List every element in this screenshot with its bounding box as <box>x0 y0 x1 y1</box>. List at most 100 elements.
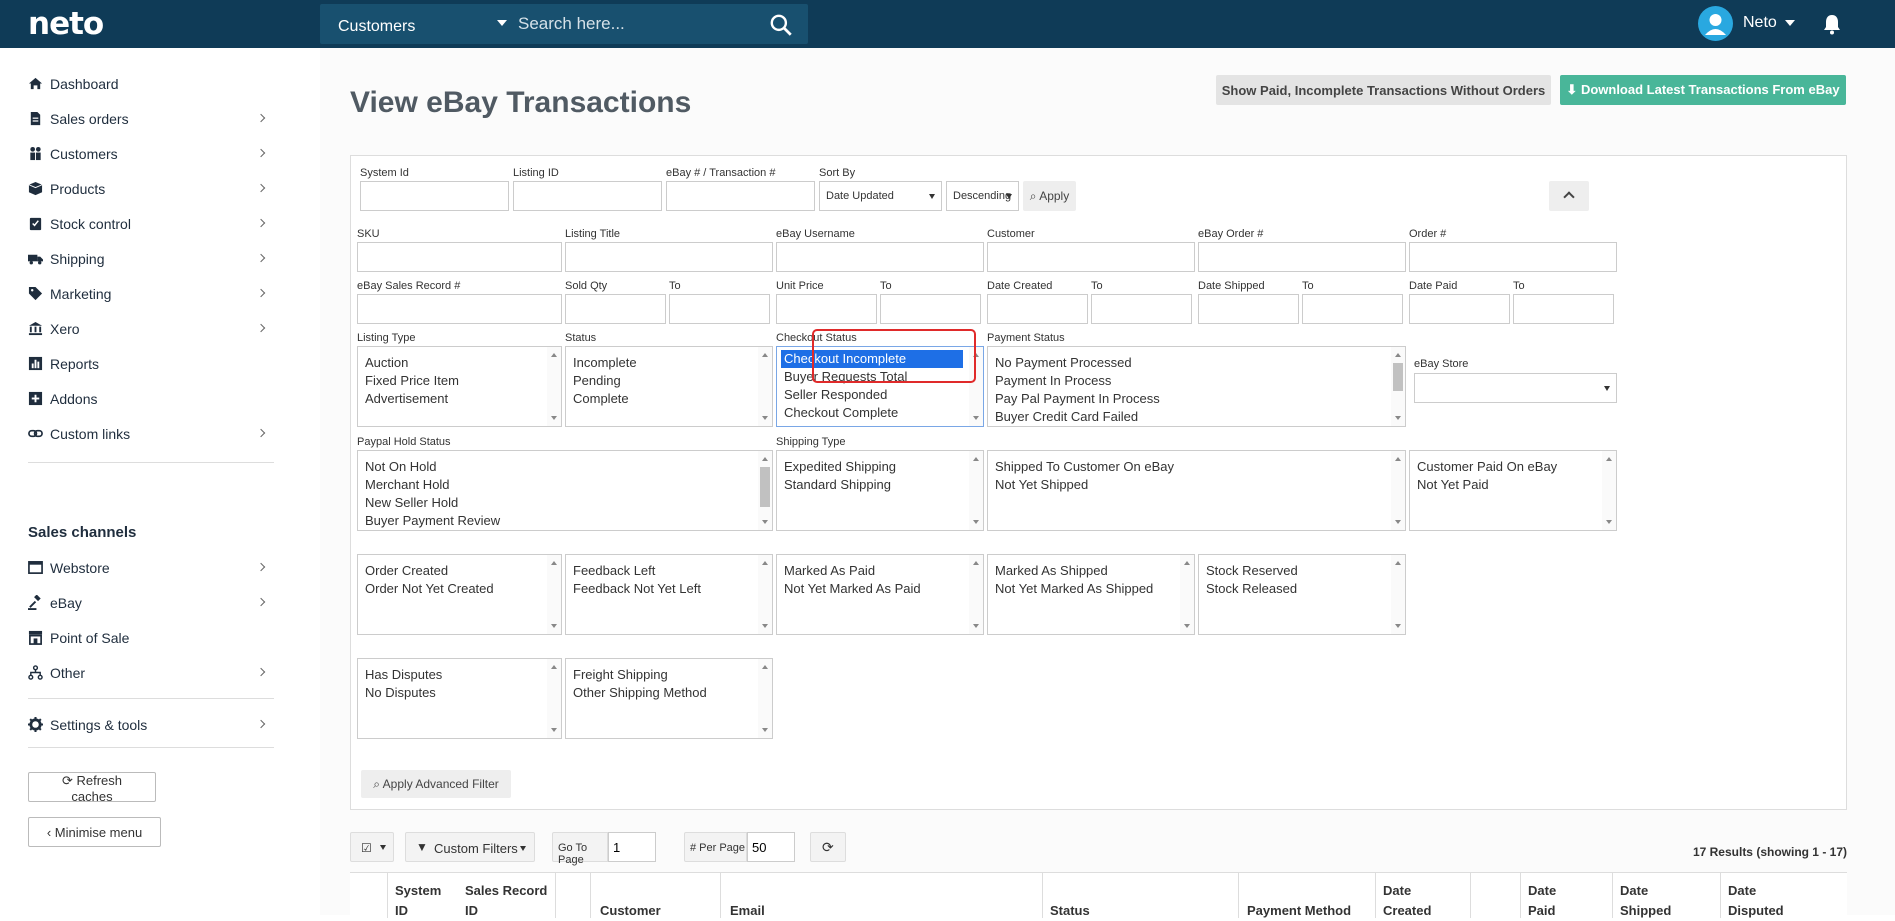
column-header[interactable]: Date Paid <box>1528 881 1556 921</box>
listbox-option[interactable]: Other Shipping Method <box>566 684 772 702</box>
listing-id-input[interactable] <box>513 181 662 211</box>
ebay-store-select[interactable] <box>1414 373 1617 403</box>
sidebar-item-sales-orders[interactable]: Sales orders <box>28 106 274 132</box>
shipped-status-listbox[interactable]: Shipped To Customer On eBay Not Yet Ship… <box>987 450 1406 531</box>
sidebar-item-addons[interactable]: Addons <box>28 386 274 412</box>
sidebar-item-reports[interactable]: Reports <box>28 351 274 377</box>
custom-filters-dropdown[interactable]: ▼ Custom Filters <box>405 832 535 862</box>
scrollbar[interactable] <box>969 555 983 634</box>
ebay-username-input[interactable] <box>776 242 984 272</box>
show-paid-incomplete-button[interactable]: Show Paid, Incomplete Transactions Witho… <box>1216 75 1551 105</box>
listbox-option[interactable]: Customer Paid On eBay <box>1410 458 1616 476</box>
search-icon[interactable] <box>768 12 794 38</box>
column-header[interactable]: System ID <box>395 881 455 921</box>
scrollbar[interactable] <box>1391 347 1405 426</box>
listbox-option[interactable]: Buyer Payment Review <box>358 512 772 530</box>
column-header[interactable]: Date Disputed <box>1728 881 1784 921</box>
scrollbar[interactable] <box>969 451 983 530</box>
sidebar-item-stock-control[interactable]: Stock control <box>28 211 274 237</box>
disputes-listbox[interactable]: Has Disputes No Disputes <box>357 658 562 739</box>
scroll-down-icon[interactable] <box>551 728 557 732</box>
user-menu[interactable]: Neto <box>1743 14 1777 32</box>
listing-type-listbox[interactable]: Auction Fixed Price Item Advertisement <box>357 346 562 427</box>
listbox-option[interactable]: Pending <box>566 372 772 390</box>
scrollbar[interactable] <box>758 347 772 426</box>
listbox-option[interactable]: Expedited Shipping <box>777 458 983 476</box>
scroll-down-icon[interactable] <box>1395 416 1401 420</box>
date-paid-from-input[interactable] <box>1409 294 1510 324</box>
scrollbar[interactable] <box>1602 451 1616 530</box>
sold-qty-to-input[interactable] <box>669 294 770 324</box>
listbox-option[interactable]: Freight Shipping <box>566 666 772 684</box>
scrollbar-thumb[interactable] <box>760 467 770 507</box>
apply-button[interactable]: ⌕ Apply <box>1023 181 1076 211</box>
payment-status-listbox[interactable]: No Payment Processed Payment In Process … <box>987 346 1406 427</box>
ebay-sales-record-input[interactable] <box>357 294 562 324</box>
listbox-option[interactable]: Buyer Credit Card Failed <box>988 408 1405 426</box>
search-input[interactable] <box>518 4 758 44</box>
scroll-down-icon[interactable] <box>973 624 979 628</box>
stock-listbox[interactable]: Stock Reserved Stock Released <box>1198 554 1406 635</box>
listbox-option[interactable]: Fixed Price Item <box>358 372 561 390</box>
column-header[interactable]: Customer <box>600 901 661 921</box>
listbox-option[interactable]: Has Disputes <box>358 666 561 684</box>
listbox-option[interactable]: Feedback Left <box>566 562 772 580</box>
order-number-input[interactable] <box>1409 242 1617 272</box>
column-header[interactable]: Payment Method <box>1247 901 1351 921</box>
scroll-down-icon[interactable] <box>973 416 979 420</box>
scroll-up-icon[interactable] <box>762 561 768 565</box>
listbox-option[interactable]: Marked As Paid <box>777 562 983 580</box>
scrollbar[interactable] <box>1180 555 1194 634</box>
column-header[interactable]: Sales Record ID <box>465 881 555 921</box>
listbox-option[interactable]: Merchant Hold <box>358 476 772 494</box>
collapse-filter-button[interactable] <box>1549 181 1589 211</box>
sku-input[interactable] <box>357 242 562 272</box>
sort-by-select[interactable]: Date Updated <box>819 181 942 211</box>
scroll-up-icon[interactable] <box>1184 561 1190 565</box>
scrollbar[interactable] <box>1391 451 1405 530</box>
listbox-option[interactable]: Complete <box>566 390 772 408</box>
go-to-page-input[interactable] <box>608 832 656 862</box>
sort-direction-select[interactable]: Descending <box>946 181 1019 211</box>
listbox-option[interactable]: Feedback Not Yet Left <box>566 580 772 598</box>
sidebar-item-ebay[interactable]: eBay <box>28 590 274 616</box>
scroll-up-icon[interactable] <box>762 665 768 669</box>
sold-qty-from-input[interactable] <box>565 294 666 324</box>
neto-logo[interactable]: neto <box>28 6 104 42</box>
scroll-down-icon[interactable] <box>762 624 768 628</box>
sidebar-item-settings-tools[interactable]: Settings & tools <box>28 712 274 738</box>
column-header[interactable]: Date Shipped <box>1620 881 1671 921</box>
listbox-option[interactable]: Seller Responded <box>777 386 983 404</box>
scroll-up-icon[interactable] <box>1395 561 1401 565</box>
scroll-down-icon[interactable] <box>762 520 768 524</box>
chevron-down-icon[interactable] <box>497 20 507 26</box>
scroll-down-icon[interactable] <box>551 416 557 420</box>
sidebar-item-other[interactable]: Other <box>28 660 274 686</box>
avatar[interactable] <box>1698 6 1733 41</box>
listbox-option[interactable]: Not On Hold <box>358 458 772 476</box>
listing-title-input[interactable] <box>565 242 773 272</box>
scrollbar[interactable] <box>547 347 561 426</box>
minimise-menu-button[interactable]: ‹ Minimise menu <box>28 817 161 847</box>
date-created-to-input[interactable] <box>1091 294 1192 324</box>
sidebar-item-products[interactable]: Products <box>28 176 274 202</box>
listbox-option[interactable]: Not Yet Marked As Paid <box>777 580 983 598</box>
scrollbar[interactable] <box>758 451 772 530</box>
date-paid-to-input[interactable] <box>1513 294 1614 324</box>
listbox-option[interactable]: Payment In Process <box>988 372 1405 390</box>
listbox-option[interactable]: Checkout Complete <box>777 404 983 422</box>
scroll-up-icon[interactable] <box>973 561 979 565</box>
listbox-option[interactable]: Order Not Yet Created <box>358 580 561 598</box>
column-header[interactable]: Status <box>1050 901 1090 921</box>
listbox-option[interactable]: Not Yet Paid <box>1410 476 1616 494</box>
column-header[interactable]: Email <box>730 901 765 921</box>
sidebar-item-point-of-sale[interactable]: Point of Sale <box>28 625 274 651</box>
scroll-down-icon[interactable] <box>1395 520 1401 524</box>
feedback-listbox[interactable]: Feedback Left Feedback Not Yet Left <box>565 554 773 635</box>
sidebar-item-xero[interactable]: Xero <box>28 316 274 342</box>
per-page-input[interactable] <box>747 832 795 862</box>
customer-paid-listbox[interactable]: Customer Paid On eBay Not Yet Paid <box>1409 450 1617 531</box>
sidebar-item-custom-links[interactable]: Custom links <box>28 421 274 447</box>
scroll-down-icon[interactable] <box>1395 624 1401 628</box>
search-scope-select[interactable]: Customers <box>338 18 415 36</box>
